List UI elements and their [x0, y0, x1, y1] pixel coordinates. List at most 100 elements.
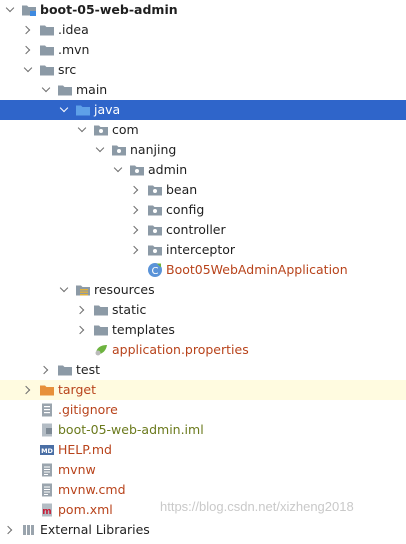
iml-file-icon [39, 422, 55, 438]
chevron-down-icon[interactable] [4, 0, 16, 20]
package-icon [129, 162, 145, 178]
chevron-down-icon[interactable] [40, 80, 52, 100]
tree-node-src[interactable]: src [0, 60, 406, 80]
tree-node-label: com [112, 122, 139, 137]
tree-node-gitignore[interactable]: .gitignore [0, 400, 406, 420]
tree-node-label: HELP.md [58, 442, 112, 457]
tree-node-config[interactable]: config [0, 200, 406, 220]
excluded-folder-icon [39, 382, 55, 398]
tree-node-idea[interactable]: .idea [0, 20, 406, 40]
tree-node-label: mvnw [58, 462, 96, 477]
tree-node-label: .idea [58, 22, 89, 37]
tree-node-label: static [112, 302, 147, 317]
chevron-down-icon[interactable] [22, 60, 34, 80]
tree-node-label: target [58, 382, 97, 397]
tree-node-label: java [94, 102, 121, 117]
tree-node-static[interactable]: static [0, 300, 406, 320]
tree-node-boot-05-web-admin-iml[interactable]: boot-05-web-admin.iml [0, 420, 406, 440]
tree-node-label: config [166, 202, 205, 217]
library-icon [21, 522, 37, 538]
chevron-right-icon[interactable] [130, 220, 142, 240]
chevron-down-icon[interactable] [112, 160, 124, 180]
tree-node-label: External Libraries [40, 522, 150, 537]
tree-node-test[interactable]: test [0, 360, 406, 380]
tree-node-controller[interactable]: controller [0, 220, 406, 240]
tree-node-external-libraries[interactable]: External Libraries [0, 520, 406, 540]
tree-node-mvnw-cmd[interactable]: mvnw.cmd [0, 480, 406, 500]
chevron-down-icon[interactable] [58, 100, 70, 120]
package-icon [147, 182, 163, 198]
chevron-right-icon[interactable] [4, 520, 16, 540]
tree-node-label: interceptor [166, 242, 236, 257]
tree-node-com[interactable]: com [0, 120, 406, 140]
tree-node-admin[interactable]: admin [0, 160, 406, 180]
watermark-text: https://blog.csdn.net/xizheng2018 [160, 499, 354, 514]
chevron-right-icon[interactable] [76, 300, 88, 320]
folder-icon [39, 42, 55, 58]
tree-node-label: admin [148, 162, 188, 177]
chevron-down-icon[interactable] [94, 140, 106, 160]
tree-node-help-md[interactable]: MD HELP.md [0, 440, 406, 460]
tree-node-label: Boot05WebAdminApplication [166, 262, 348, 277]
tree-node-mvnw[interactable]: mvnw [0, 460, 406, 480]
chevron-right-icon[interactable] [130, 240, 142, 260]
tree-node-label: bean [166, 182, 198, 197]
tree-node-mvn[interactable]: .mvn [0, 40, 406, 60]
folder-icon [57, 82, 73, 98]
tree-node-label: application.properties [112, 342, 249, 357]
package-icon [147, 222, 163, 238]
tree-node-application-properties[interactable]: application.properties [0, 340, 406, 360]
chevron-right-icon[interactable] [130, 180, 142, 200]
tree-node-templates[interactable]: templates [0, 320, 406, 340]
tree-node-nanjing[interactable]: nanjing [0, 140, 406, 160]
tree-node-label: .gitignore [58, 402, 118, 417]
text-file-icon [39, 482, 55, 498]
tree-node-label: test [76, 362, 101, 377]
folder-icon [93, 322, 109, 338]
tree-node-label: pom.xml [58, 502, 113, 517]
folder-icon [57, 362, 73, 378]
tree-node-label: controller [166, 222, 226, 237]
tree-node-label: boot-05-web-admin.iml [58, 422, 204, 437]
tree-node-label: nanjing [130, 142, 177, 157]
tree-node-bean[interactable]: bean [0, 180, 406, 200]
tree-node-label: templates [112, 322, 175, 337]
svg-text:C: C [152, 266, 159, 277]
folder-icon [39, 62, 55, 78]
package-icon [147, 242, 163, 258]
chevron-right-icon[interactable] [130, 200, 142, 220]
tree-node-label: src [58, 62, 77, 77]
source-folder-icon [75, 102, 91, 118]
spring-properties-icon [93, 342, 109, 358]
tree-node-boot-05-web-admin[interactable]: boot-05-web-admin [0, 0, 406, 20]
tree-node-main[interactable]: main [0, 80, 406, 100]
package-icon [93, 122, 109, 138]
package-icon [111, 142, 127, 158]
gitignore-icon [39, 402, 55, 418]
package-icon [147, 202, 163, 218]
text-file-icon [39, 462, 55, 478]
chevron-right-icon[interactable] [40, 360, 52, 380]
tree-node-label: resources [94, 282, 155, 297]
folder-icon [93, 302, 109, 318]
tree-node-java[interactable]: java [0, 100, 406, 120]
chevron-right-icon[interactable] [22, 40, 34, 60]
resources-folder-icon [75, 282, 91, 298]
tree-node-resources[interactable]: resources [0, 280, 406, 300]
tree-node-target[interactable]: target [0, 380, 406, 400]
spring-boot-class-icon: C [147, 262, 163, 278]
chevron-right-icon[interactable] [22, 20, 34, 40]
maven-icon: m [39, 502, 55, 518]
chevron-down-icon[interactable] [58, 280, 70, 300]
chevron-down-icon[interactable] [76, 120, 88, 140]
tree-node-label: boot-05-web-admin [40, 2, 178, 17]
tree-node-interceptor[interactable]: interceptor [0, 240, 406, 260]
chevron-right-icon[interactable] [76, 320, 88, 340]
svg-text:MD: MD [41, 447, 53, 455]
svg-text:m: m [42, 507, 51, 517]
tree-node-label: mvnw.cmd [58, 482, 126, 497]
tree-node-label: .mvn [58, 42, 90, 57]
folder-icon [39, 22, 55, 38]
tree-node-boot05webadminapplication[interactable]: C Boot05WebAdminApplication [0, 260, 406, 280]
chevron-right-icon[interactable] [22, 380, 34, 400]
